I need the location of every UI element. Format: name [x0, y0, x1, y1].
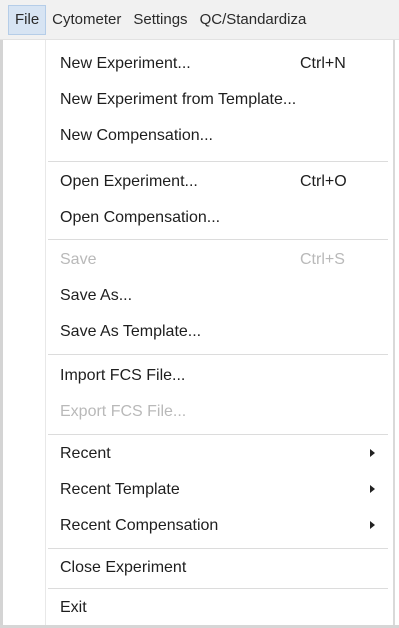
menu-item-close-experiment[interactable]: Close Experiment — [48, 550, 388, 586]
menu-item-label: Open Experiment... — [60, 173, 198, 190]
menu-separator — [48, 239, 388, 240]
menu-item-export-fcs-file: Export FCS File... — [48, 394, 388, 430]
menu-item-recent-template[interactable]: Recent Template — [48, 472, 388, 508]
menu-item-label: Import FCS File... — [60, 367, 186, 384]
menu-right-border — [393, 40, 395, 628]
file-dropdown-menu: New Experiment... Ctrl+N New Experiment … — [0, 40, 399, 628]
gutter-divider — [45, 40, 46, 628]
menu-item-label: Recent Template — [60, 481, 180, 498]
menu-item-open-experiment[interactable]: Open Experiment... Ctrl+O — [48, 164, 388, 200]
menu-item-save-as[interactable]: Save As... — [48, 278, 388, 314]
menu-separator — [48, 434, 388, 435]
shortcut-label: Ctrl+N — [300, 55, 346, 72]
menu-bar: File Cytometer Settings QC/Standardiza — [0, 0, 399, 40]
menu-item-import-fcs-file[interactable]: Import FCS File... — [48, 358, 388, 394]
menu-item-new-compensation[interactable]: New Compensation... — [48, 118, 388, 154]
menu-item-new-experiment[interactable]: New Experiment... Ctrl+N — [48, 46, 388, 82]
menu-item-new-experiment-from-template[interactable]: New Experiment from Template... — [48, 82, 388, 118]
shortcut-label: Ctrl+S — [300, 251, 345, 268]
menu-item-label: New Experiment... — [60, 55, 191, 72]
submenu-arrow-icon — [370, 449, 375, 457]
menu-item-label: Close Experiment — [60, 559, 187, 576]
menu-cytometer[interactable]: Cytometer — [46, 5, 127, 35]
menu-item-label: Recent — [60, 445, 111, 462]
menu-item-label: Save — [60, 251, 97, 268]
menu-item-recent-compensation[interactable]: Recent Compensation — [48, 508, 388, 544]
menu-item-save-as-template[interactable]: Save As Template... — [48, 314, 388, 350]
menu-separator — [48, 354, 388, 355]
menu-item-label: Recent Compensation — [60, 517, 219, 534]
menu-item-exit[interactable]: Exit — [48, 590, 388, 626]
menu-item-recent[interactable]: Recent — [48, 436, 388, 472]
shortcut-label: Ctrl+O — [300, 173, 347, 190]
menu-item-label: Export FCS File... — [60, 403, 187, 420]
menu-item-label: Save As Template... — [60, 323, 202, 340]
menu-item-save: Save Ctrl+S — [48, 242, 388, 278]
menu-icon-gutter — [0, 40, 48, 628]
menu-settings[interactable]: Settings — [127, 5, 193, 35]
menu-item-label: Open Compensation... — [60, 209, 221, 226]
menu-qc-standardization[interactable]: QC/Standardiza — [194, 5, 313, 35]
menu-separator — [48, 161, 388, 162]
menu-item-open-compensation[interactable]: Open Compensation... — [48, 200, 388, 236]
menu-item-label: New Experiment from Template... — [60, 91, 297, 108]
menu-item-label: New Compensation... — [60, 127, 213, 144]
menu-separator — [48, 548, 388, 549]
submenu-arrow-icon — [370, 485, 375, 493]
menu-item-label: Exit — [60, 599, 87, 616]
menu-separator — [48, 588, 388, 589]
menu-item-label: Save As... — [60, 287, 133, 304]
menu-file[interactable]: File — [8, 4, 47, 35]
submenu-arrow-icon — [370, 521, 375, 529]
